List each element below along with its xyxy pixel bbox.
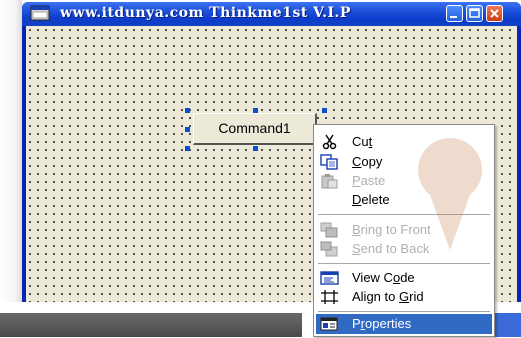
menu-item-view-code[interactable]: View Code bbox=[316, 268, 492, 288]
context-menu: Cut Copy Paste Delete Bring to Front Sen… bbox=[313, 124, 495, 337]
menu-separator bbox=[318, 214, 490, 215]
bring-to-front-icon bbox=[320, 222, 340, 238]
menu-item-label: Copy bbox=[352, 154, 383, 169]
resize-handle-top-right[interactable] bbox=[322, 108, 327, 113]
menu-item-paste[interactable]: Paste bbox=[316, 171, 492, 191]
menu-item-label: Properties bbox=[352, 316, 412, 331]
menu-item-bring-to-front[interactable]: Bring to Front bbox=[316, 220, 492, 240]
menu-item-label: Cut bbox=[352, 134, 373, 149]
form-titlebar[interactable]: www.itdunya.com Thinkme1st V.I.P bbox=[22, 2, 521, 26]
menu-item-copy[interactable]: Copy bbox=[316, 152, 492, 172]
menu-separator bbox=[318, 263, 490, 264]
menu-separator bbox=[318, 311, 490, 312]
menu-item-label: Paste bbox=[352, 173, 386, 188]
menu-item-label: Send to Back bbox=[352, 241, 430, 256]
send-to-back-icon bbox=[320, 241, 340, 257]
resize-handle-bottom[interactable] bbox=[253, 146, 258, 151]
menu-item-send-to-back[interactable]: Send to Back bbox=[316, 239, 492, 259]
view-code-icon bbox=[320, 270, 340, 286]
copy-icon bbox=[320, 154, 340, 170]
menu-item-label: View Code bbox=[352, 270, 415, 285]
command1-button[interactable]: Command1 bbox=[193, 113, 317, 145]
menu-item-delete[interactable]: Delete bbox=[316, 190, 492, 210]
resize-handle-top-left[interactable] bbox=[185, 108, 190, 113]
resize-handle-top[interactable] bbox=[253, 108, 258, 113]
align-to-grid-icon bbox=[320, 289, 340, 305]
window-title: www.itdunya.com Thinkme1st V.I.P bbox=[60, 5, 351, 21]
menu-item-cut[interactable]: Cut bbox=[316, 132, 492, 152]
resize-handle-left[interactable] bbox=[185, 127, 190, 132]
menu-item-properties[interactable]: Properties bbox=[316, 314, 492, 334]
designer-left-margin bbox=[0, 0, 22, 337]
scissors-icon bbox=[320, 134, 340, 150]
form-icon bbox=[30, 5, 50, 21]
taskbar-strip bbox=[0, 313, 302, 337]
properties-icon bbox=[320, 316, 340, 332]
minimize-button[interactable] bbox=[446, 5, 463, 22]
menu-item-align-to-grid[interactable]: Align to Grid bbox=[316, 287, 492, 307]
menu-item-label: Align to Grid bbox=[352, 289, 424, 304]
menu-item-label: Delete bbox=[352, 192, 390, 207]
menu-item-label: Bring to Front bbox=[352, 222, 431, 237]
resize-handle-bottom-left[interactable] bbox=[185, 146, 190, 151]
close-button[interactable] bbox=[486, 5, 503, 22]
maximize-button[interactable] bbox=[466, 5, 483, 22]
taskbar-strip-right bbox=[494, 313, 521, 337]
paste-icon bbox=[320, 173, 340, 189]
